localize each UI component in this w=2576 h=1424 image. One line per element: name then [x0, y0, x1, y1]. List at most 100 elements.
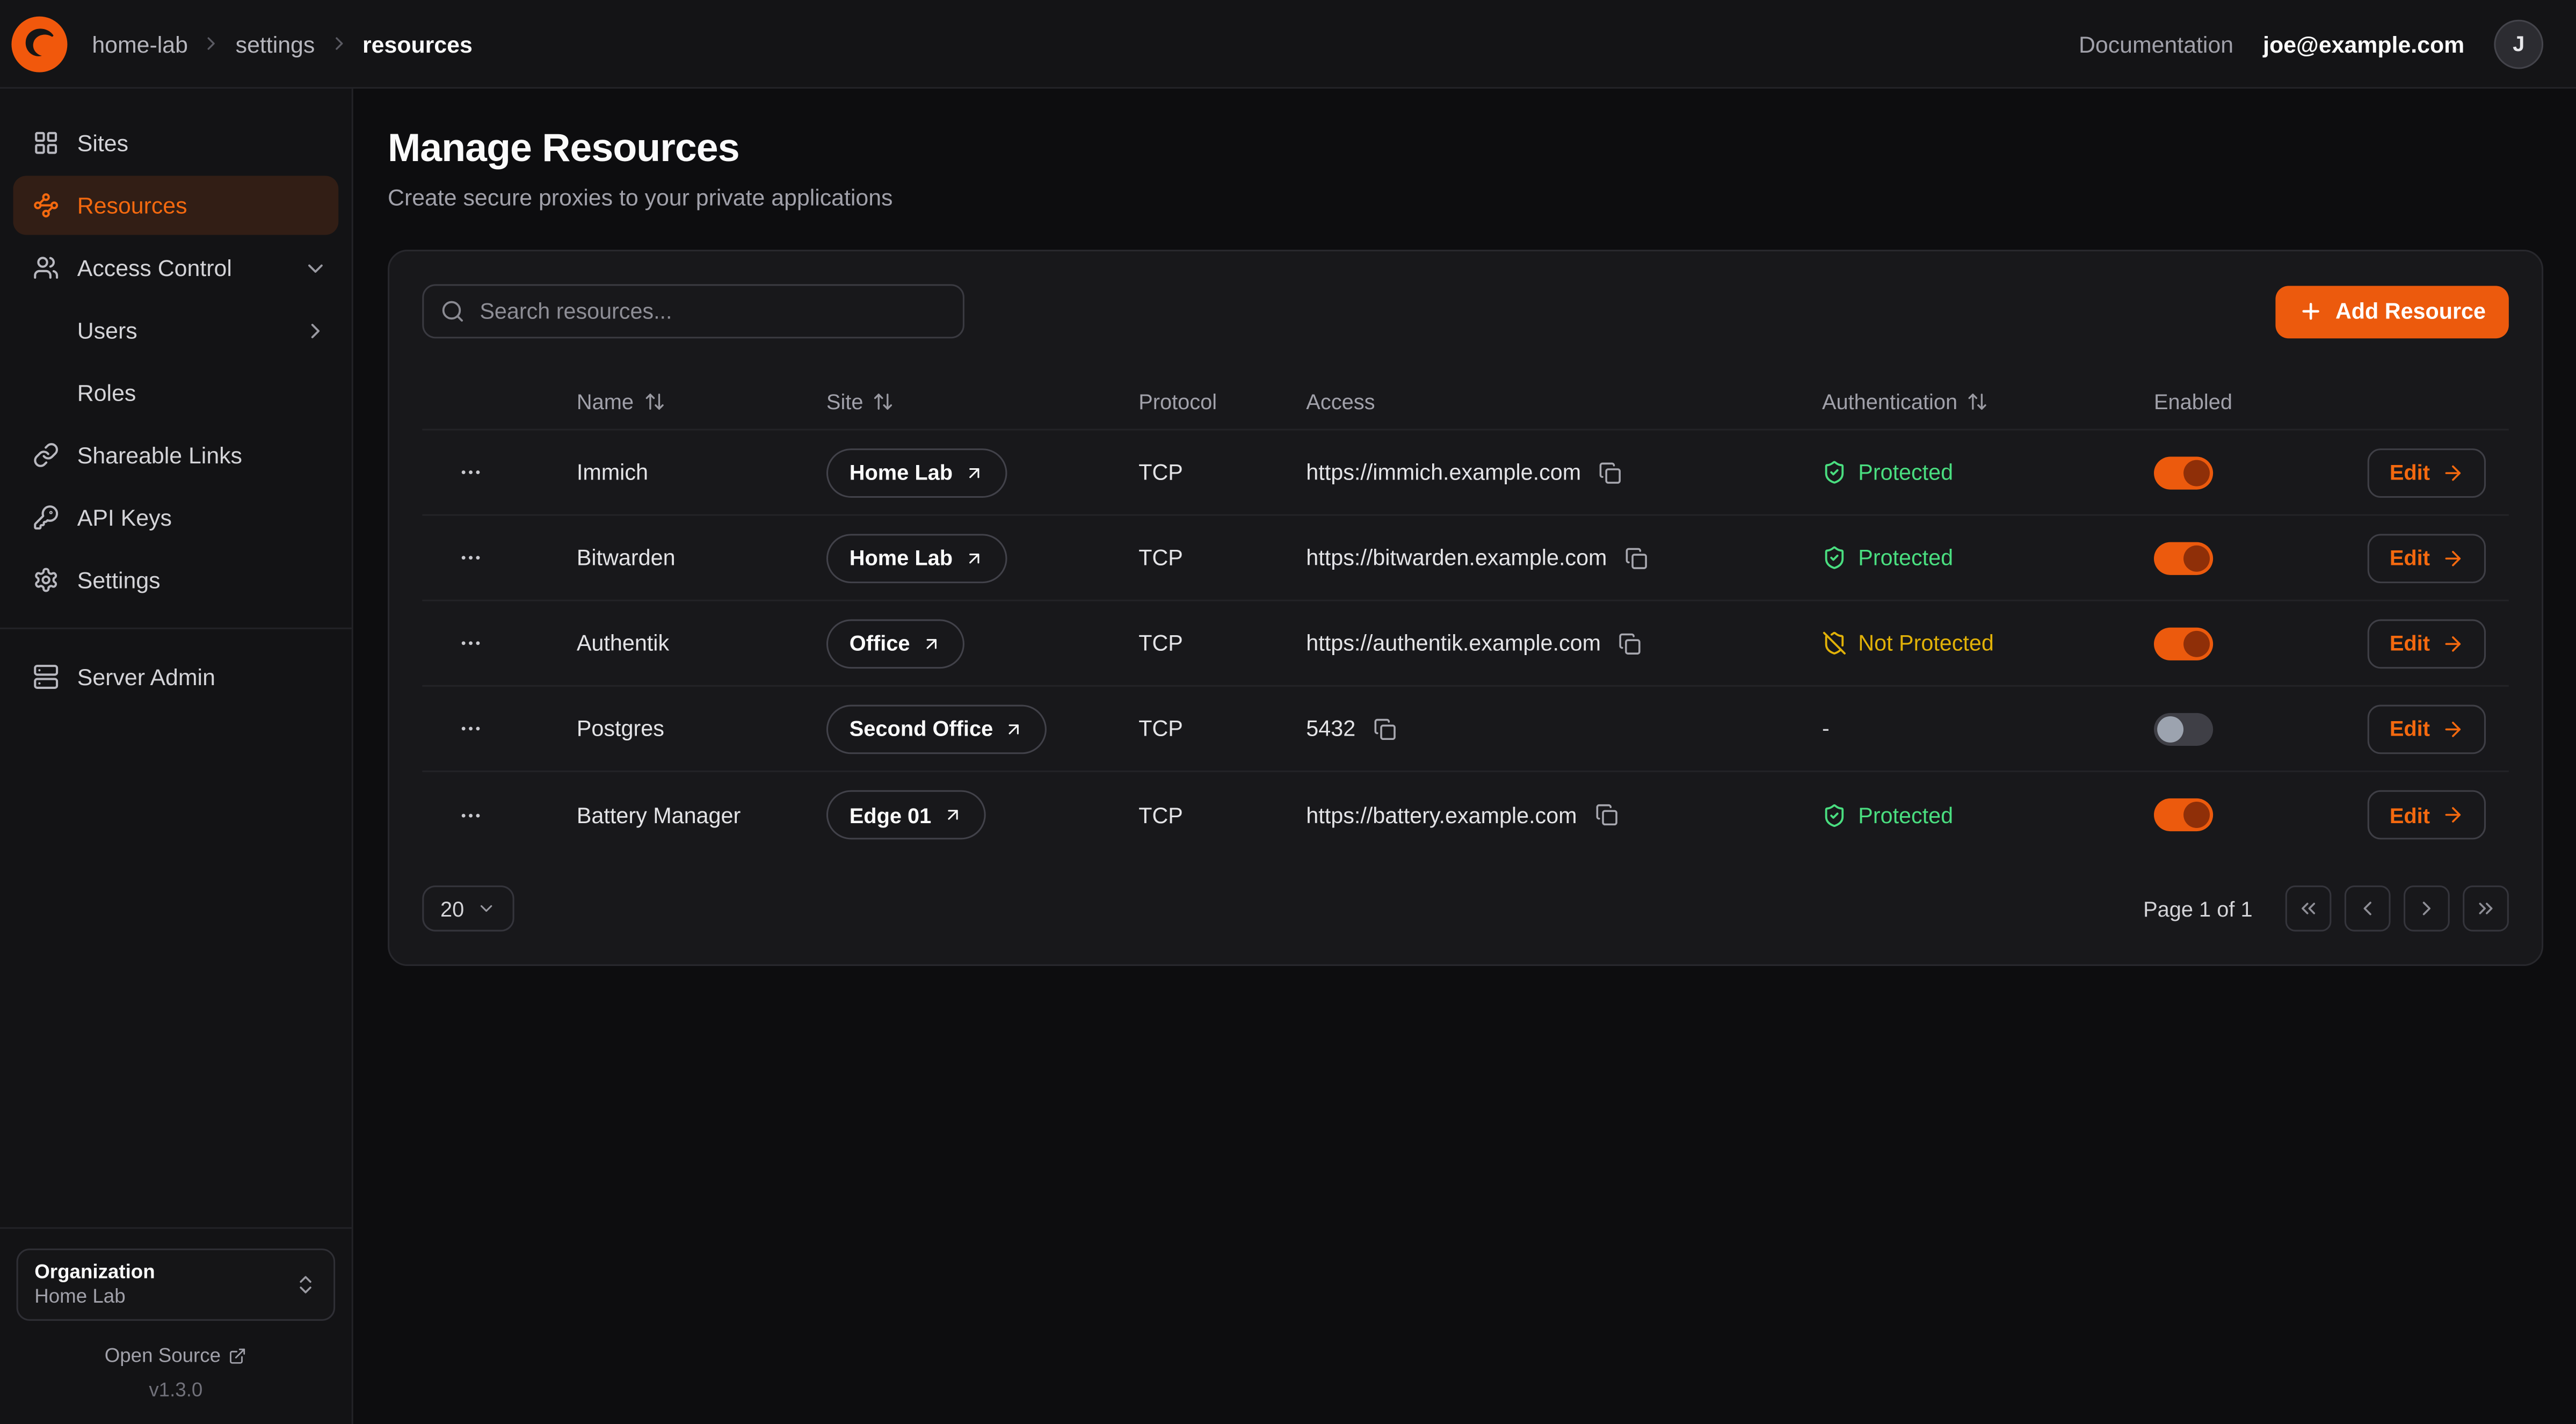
sidebar-footer: Organization Home Lab Open Source v1.3.0: [0, 1227, 352, 1424]
copy-icon: [1625, 546, 1648, 569]
waypoints-icon: [33, 192, 59, 219]
sidebar-item-resources[interactable]: Resources: [13, 176, 338, 235]
resource-name: Postgres: [577, 716, 826, 741]
arrow-right-icon: [2441, 631, 2464, 655]
resource-protocol: TCP: [1138, 716, 1306, 741]
organization-selector[interactable]: Organization Home Lab: [17, 1248, 336, 1321]
copy-button[interactable]: [1616, 628, 1645, 658]
sidebar-item-label: API Keys: [77, 504, 172, 531]
copy-icon: [1619, 631, 1642, 655]
first-page-button[interactable]: [2285, 885, 2332, 932]
enabled-toggle[interactable]: [2154, 712, 2213, 745]
edit-button[interactable]: Edit: [2368, 533, 2486, 583]
search-input[interactable]: [422, 284, 964, 338]
edit-button[interactable]: Edit: [2368, 790, 2486, 840]
server-icon: [33, 664, 59, 690]
sidebar-item-settings[interactable]: Settings: [0, 549, 352, 611]
copy-button[interactable]: [1596, 457, 1626, 487]
sidebar-item-users[interactable]: Users: [0, 299, 352, 361]
copy-button[interactable]: [1592, 800, 1621, 830]
arrow-up-right-icon: [964, 462, 984, 482]
enabled-toggle[interactable]: [2154, 541, 2213, 574]
sidebar-item-label: Users: [77, 317, 137, 343]
external-link-icon: [229, 1346, 247, 1364]
table-row: Authentik Office TCP https://authentik.e…: [422, 601, 2509, 687]
next-page-button[interactable]: [2404, 885, 2450, 932]
site-link[interactable]: Edge 01: [826, 790, 985, 840]
app-root: home-lab settings resources Documentatio…: [0, 0, 2576, 1424]
user-email[interactable]: joe@example.com: [2263, 31, 2464, 57]
site-link[interactable]: Office: [826, 619, 964, 668]
edit-button[interactable]: Edit: [2368, 704, 2486, 753]
copy-button[interactable]: [1622, 543, 1651, 572]
ellipsis-icon: [459, 803, 483, 827]
documentation-link[interactable]: Documentation: [2079, 31, 2233, 57]
table-toolbar: Add Resource: [422, 284, 2509, 338]
chevron-right-icon: [201, 33, 222, 54]
column-site[interactable]: Site: [826, 389, 1138, 413]
edit-button[interactable]: Edit: [2368, 619, 2486, 668]
organization-label: Organization: [34, 1260, 294, 1285]
organization-value: Home Lab: [34, 1285, 294, 1310]
copy-button[interactable]: [1370, 714, 1400, 743]
table-row: Bitwarden Home Lab TCP https://bitwarden…: [422, 516, 2509, 601]
enabled-toggle[interactable]: [2154, 627, 2213, 659]
breadcrumb-settings[interactable]: settings: [236, 31, 315, 57]
page-size-select[interactable]: 20: [422, 885, 515, 932]
shield-off-icon: [1822, 631, 1847, 656]
toggle-knob: [2183, 802, 2210, 828]
copy-icon: [1595, 803, 1618, 826]
arrow-up-right-icon: [921, 633, 941, 653]
table-footer: 20 Page 1 of 1: [422, 885, 2509, 932]
sidebar-item-label: Settings: [77, 567, 161, 593]
open-source-link[interactable]: Open Source: [17, 1344, 336, 1367]
arrow-up-right-icon: [964, 548, 984, 568]
table-header: Name Site Protocol Access: [422, 373, 2509, 431]
row-menu-button[interactable]: [452, 624, 489, 662]
edit-button[interactable]: Edit: [2368, 448, 2486, 497]
column-protocol: Protocol: [1138, 389, 1306, 413]
key-icon: [33, 504, 59, 531]
chevron-right-icon: [328, 33, 350, 54]
arrow-right-icon: [2441, 461, 2464, 484]
pangolin-logo[interactable]: [10, 14, 69, 73]
last-page-button[interactable]: [2463, 885, 2509, 932]
breadcrumb: home-lab settings resources: [92, 31, 472, 57]
avatar[interactable]: J: [2494, 19, 2543, 68]
users-icon: [33, 255, 59, 281]
breadcrumb-org[interactable]: home-lab: [92, 31, 188, 57]
sidebar-item-shareable-links[interactable]: Shareable Links: [0, 424, 352, 486]
chevrons-up-down-icon: [294, 1273, 317, 1296]
column-name[interactable]: Name: [577, 389, 826, 413]
sidebar-item-label: Access Control: [77, 255, 232, 281]
site-link[interactable]: Home Lab: [826, 533, 1007, 583]
chevron-left-icon: [2356, 897, 2379, 920]
enabled-toggle[interactable]: [2154, 456, 2213, 489]
sidebar-item-access-control[interactable]: Access Control: [0, 237, 352, 299]
row-menu-button[interactable]: [452, 453, 489, 491]
table-row: Postgres Second Office TCP 5432 - Edit: [422, 687, 2509, 772]
search-icon: [440, 299, 465, 324]
sidebar-item-api-keys[interactable]: API Keys: [0, 486, 352, 549]
gear-icon: [33, 567, 59, 593]
resources-card: Add Resource Name Site: [388, 250, 2543, 966]
site-link[interactable]: Second Office: [826, 704, 1047, 753]
sidebar-item-server-admin[interactable]: Server Admin: [0, 645, 352, 708]
auth-status: Protected: [1858, 460, 1953, 485]
ellipsis-icon: [459, 631, 483, 656]
sidebar-item-roles[interactable]: Roles: [0, 361, 352, 424]
sidebar-item-sites[interactable]: Sites: [0, 112, 352, 174]
row-menu-button[interactable]: [452, 710, 489, 747]
toggle-knob: [2183, 459, 2210, 485]
version-label: v1.3.0: [17, 1378, 336, 1401]
resource-protocol: TCP: [1138, 631, 1306, 656]
add-resource-button[interactable]: Add Resource: [2276, 285, 2509, 338]
column-authentication[interactable]: Authentication: [1822, 389, 2154, 413]
site-link[interactable]: Home Lab: [826, 448, 1007, 497]
row-menu-button[interactable]: [452, 539, 489, 577]
arrow-up-right-icon: [1005, 719, 1025, 739]
ellipsis-icon: [459, 716, 483, 741]
enabled-toggle[interactable]: [2154, 798, 2213, 831]
row-menu-button[interactable]: [452, 796, 489, 833]
prev-page-button[interactable]: [2345, 885, 2391, 932]
